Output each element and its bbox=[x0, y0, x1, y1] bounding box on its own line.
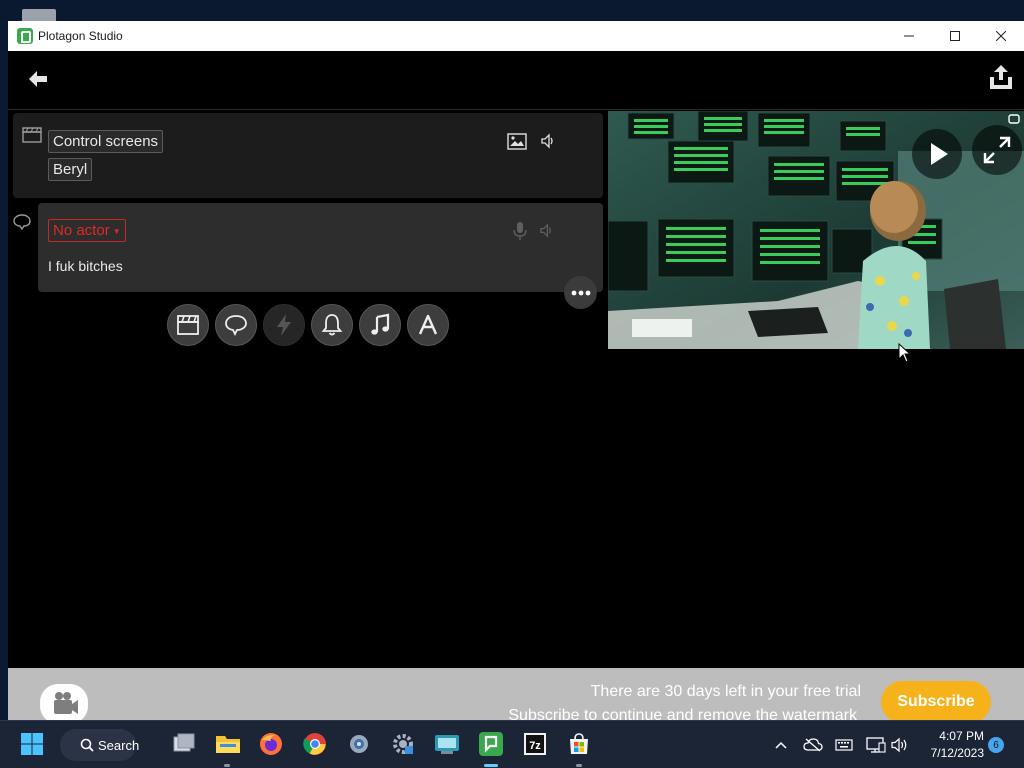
running-indicator bbox=[224, 764, 230, 767]
subscribe-button[interactable]: Subscribe bbox=[881, 681, 991, 723]
play-icon bbox=[931, 143, 948, 165]
lightning-icon bbox=[277, 314, 291, 336]
on-screen-keyboard-icon[interactable] bbox=[433, 730, 461, 758]
clock[interactable]: 4:07 PM 7/12/2023 bbox=[918, 728, 984, 762]
add-action-button[interactable] bbox=[263, 304, 305, 346]
control-panel-icon[interactable] bbox=[345, 730, 373, 758]
cloud-offline-icon[interactable] bbox=[803, 736, 823, 754]
clock-time: 4:07 PM bbox=[939, 729, 984, 743]
speech-bubble-icon bbox=[225, 315, 247, 336]
file-explorer-icon[interactable] bbox=[214, 730, 242, 758]
settings-gear-icon[interactable] bbox=[389, 730, 417, 758]
chevron-up-icon[interactable] bbox=[773, 736, 789, 754]
more-options-button[interactable] bbox=[564, 276, 597, 309]
scene-character-tag[interactable]: Beryl bbox=[48, 158, 93, 181]
watermark-icon bbox=[1008, 113, 1020, 125]
add-music-button[interactable] bbox=[359, 304, 401, 346]
windows-logo-icon bbox=[21, 733, 43, 755]
clock-date: 7/12/2023 bbox=[930, 746, 984, 760]
trial-banner: There are 30 days left in your free tria… bbox=[8, 668, 1024, 724]
keyboard-icon[interactable] bbox=[835, 736, 853, 754]
clapperboard-icon bbox=[22, 127, 42, 143]
taskbar-search[interactable]: Search bbox=[60, 729, 140, 761]
trial-days-text: There are 30 days left in your free tria… bbox=[590, 683, 861, 700]
speaker-icon[interactable] bbox=[540, 133, 556, 149]
svg-text:7z: 7z bbox=[529, 740, 541, 752]
scene-location-tag[interactable]: Control screens bbox=[48, 130, 164, 153]
actor-select[interactable]: No actor ▼ bbox=[48, 219, 126, 242]
clapperboard-icon bbox=[177, 315, 199, 335]
dialogue-text[interactable]: I fuk bitches bbox=[48, 258, 123, 274]
firefox-icon[interactable] bbox=[257, 730, 285, 758]
expand-icon bbox=[983, 136, 1011, 164]
microsoft-store-icon[interactable] bbox=[565, 730, 593, 758]
desktop-background bbox=[0, 0, 1024, 23]
music-note-icon bbox=[371, 313, 390, 335]
bell-icon bbox=[321, 314, 343, 336]
fullscreen-button[interactable] bbox=[972, 125, 1022, 175]
volume-icon[interactable] bbox=[890, 736, 910, 754]
mouse-cursor-icon bbox=[898, 342, 912, 363]
play-button[interactable] bbox=[912, 129, 962, 179]
add-dialogue-button[interactable] bbox=[215, 304, 257, 346]
active-app-indicator bbox=[484, 764, 498, 767]
dialogue-row[interactable] bbox=[38, 203, 603, 292]
microphone-icon bbox=[513, 221, 527, 241]
add-sound-effect-button[interactable] bbox=[311, 304, 353, 346]
speaker-icon bbox=[539, 223, 554, 238]
chrome-icon[interactable] bbox=[301, 730, 329, 758]
search-label: Search bbox=[98, 737, 140, 753]
caret-down-icon: ▼ bbox=[112, 226, 121, 236]
search-icon bbox=[80, 738, 94, 752]
image-icon[interactable] bbox=[507, 133, 527, 150]
plotagon-taskbar-icon[interactable] bbox=[477, 730, 505, 758]
task-view-icon[interactable] bbox=[170, 730, 198, 758]
add-scene-button[interactable] bbox=[167, 304, 209, 346]
add-text-button[interactable] bbox=[407, 304, 449, 346]
taskbar: Search 7z 4:07 PM 7/12/2023 6 bbox=[0, 720, 1024, 768]
scene-row[interactable] bbox=[13, 113, 603, 198]
network-icon[interactable] bbox=[866, 736, 886, 754]
text-a-icon bbox=[418, 314, 438, 335]
notification-badge[interactable]: 6 bbox=[988, 737, 1004, 753]
speech-bubble-icon bbox=[13, 214, 31, 231]
running-indicator bbox=[576, 764, 582, 767]
start-button[interactable] bbox=[18, 730, 46, 758]
7zip-icon[interactable]: 7z bbox=[521, 730, 549, 758]
actor-select-label: No actor bbox=[53, 222, 110, 239]
editor-area: Control screens Beryl No actor ▼ I fuk bi… bbox=[8, 21, 1024, 724]
